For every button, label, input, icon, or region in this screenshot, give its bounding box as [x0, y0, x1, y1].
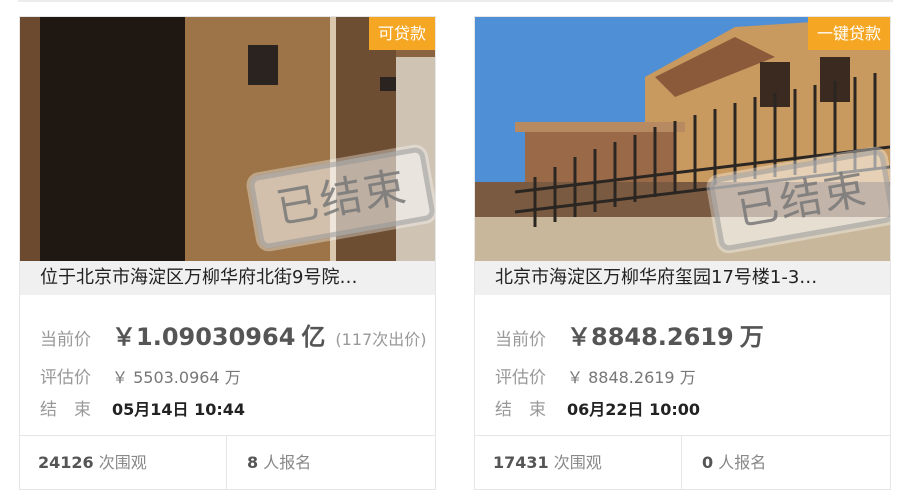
end-time-row: 结 束 05月14日 10:44 — [40, 395, 245, 420]
current-price-value: ￥1.09030964 — [112, 323, 296, 351]
bid-count: (117次出价) — [335, 330, 427, 349]
estimate-price-row: 评估价 ￥ 5503.0964 万 — [40, 363, 241, 388]
signup-label: 人报名 — [718, 453, 767, 472]
loan-badge: 一键贷款 — [807, 17, 890, 50]
estimate-price-label: 评估价 — [40, 368, 91, 388]
end-time-label: 结 束 — [495, 400, 546, 420]
loan-badge: 可贷款 — [368, 17, 435, 50]
current-price-label: 当前价 — [495, 330, 546, 350]
current-price-label: 当前价 — [40, 330, 91, 350]
end-time-value: 05月14日 10:44 — [112, 400, 246, 419]
estimate-price-label: 评估价 — [495, 368, 546, 388]
card-stats: 17431 次围观 0 人报名 — [475, 435, 890, 490]
views-count: 17431 — [493, 453, 549, 472]
end-time-value: 06月22日 10:00 — [567, 400, 701, 419]
property-photo-1[interactable]: 可贷款 已结束 — [20, 17, 435, 261]
card-title[interactable]: 位于北京市海淀区万柳华府北街9号院… — [20, 261, 435, 295]
estimate-price-row: 评估价 ￥ 8848.2619 万 — [495, 363, 696, 388]
current-price-row: 当前价 ￥8848.2619 万 — [495, 317, 764, 352]
signup-count: 8 — [247, 453, 259, 472]
current-price-row: 当前价 ￥1.09030964 亿 (117次出价) — [40, 317, 426, 352]
views-count: 24126 — [38, 453, 94, 472]
auction-card-1[interactable]: 可贷款 已结束 位于北京市海淀区万柳华府北街9号院… 当前价 ￥1.0903096… — [19, 16, 436, 490]
views-label: 次围观 — [553, 453, 602, 472]
views-stat: 17431 次围观 — [475, 436, 682, 490]
signup-stat: 0 人报名 — [683, 436, 890, 490]
estimate-price-value: ￥ 8848.2619 万 — [567, 368, 696, 387]
current-price-unit: 亿 — [301, 323, 326, 351]
estimate-price-value: ￥ 5503.0964 万 — [112, 368, 241, 387]
property-photo-2[interactable]: 一键贷款 已结束 — [475, 17, 890, 261]
signup-count: 0 — [702, 453, 714, 472]
auction-card-2[interactable]: 一键贷款 已结束 北京市海淀区万柳华府玺园17号楼1-3… 当前价 ￥8848.2… — [474, 16, 891, 490]
signup-stat: 8 人报名 — [228, 436, 435, 490]
card-title[interactable]: 北京市海淀区万柳华府玺园17号楼1-3… — [475, 261, 890, 295]
views-label: 次围观 — [98, 453, 147, 472]
views-stat: 24126 次围观 — [20, 436, 227, 490]
current-price-value: ￥8848.2619 — [567, 323, 734, 351]
top-divider — [18, 0, 893, 2]
card-stats: 24126 次围观 8 人报名 — [20, 435, 435, 490]
end-time-row: 结 束 06月22日 10:00 — [495, 395, 700, 420]
signup-label: 人报名 — [263, 453, 312, 472]
current-price-unit: 万 — [739, 323, 764, 351]
end-time-label: 结 束 — [40, 400, 91, 420]
